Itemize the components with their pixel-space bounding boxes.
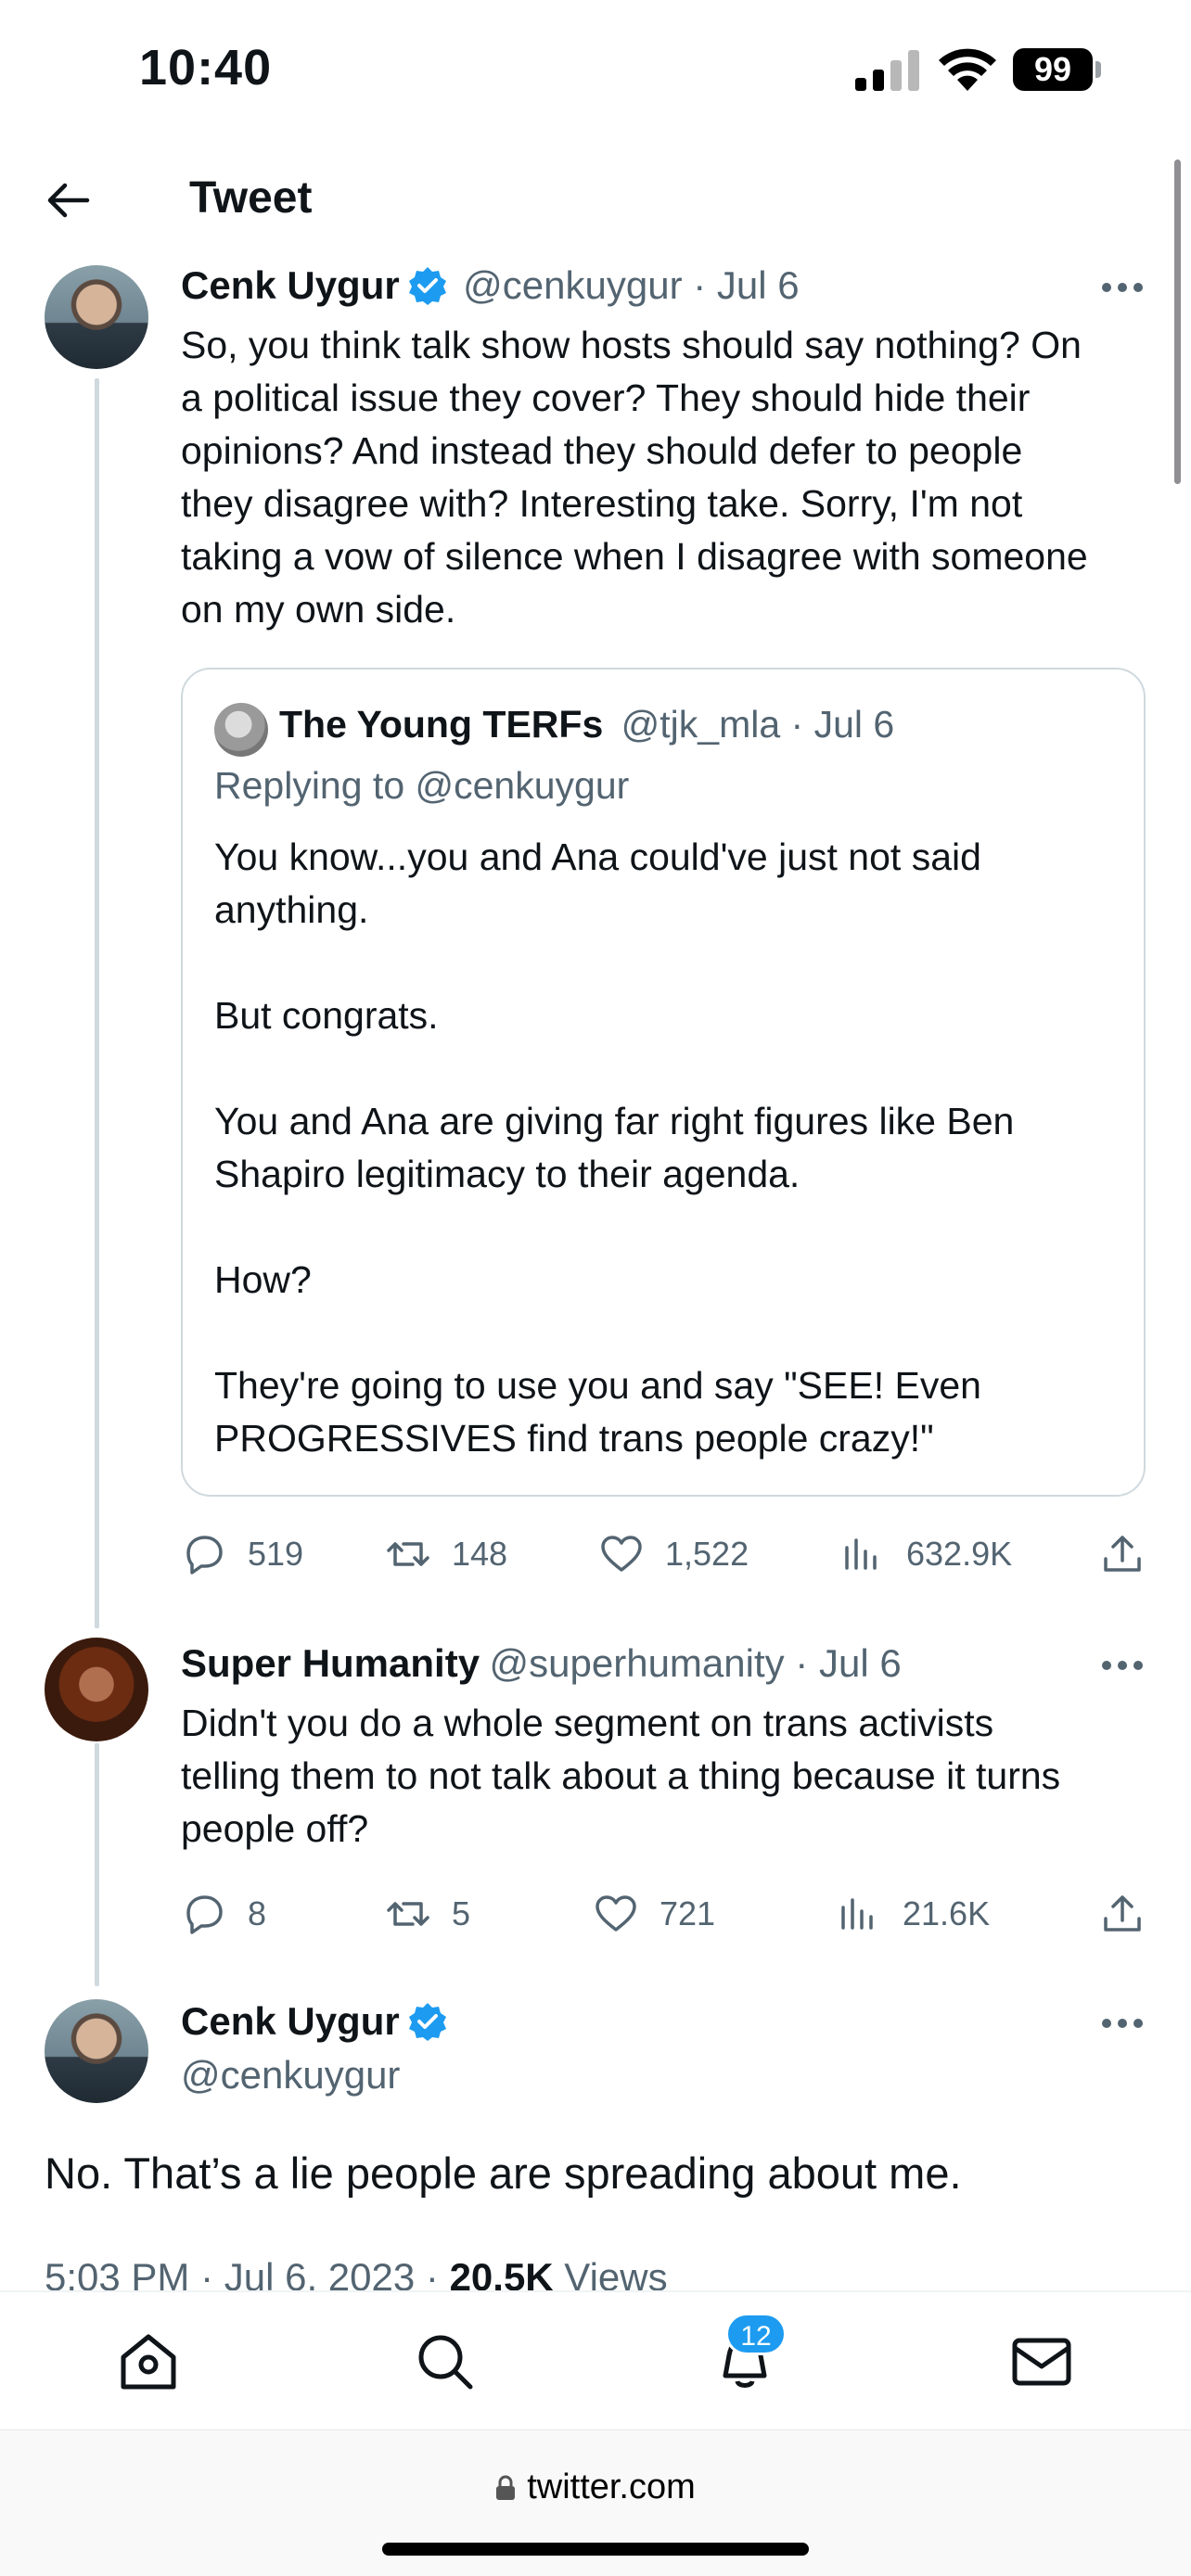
page-title: Tweet bbox=[189, 173, 313, 223]
avatar[interactable] bbox=[45, 1638, 148, 1741]
tweet-text: Didn't you do a whole segment on trans a… bbox=[181, 1702, 1061, 1850]
battery-icon: 99 bbox=[1013, 48, 1102, 91]
avatar[interactable] bbox=[45, 1999, 148, 2103]
retweet-count: 148 bbox=[452, 1535, 508, 1573]
views-count: 21.6K bbox=[903, 1894, 991, 1932]
verified-badge-icon bbox=[408, 267, 446, 305]
author-name[interactable]: Super Humanity bbox=[181, 1641, 480, 1685]
author-name[interactable]: Cenk Uygur bbox=[181, 1999, 400, 2043]
home-indicator[interactable] bbox=[382, 2543, 809, 2556]
tweet-header-line: Cenk Uygur @cenkuygur · Jul 6 bbox=[181, 263, 800, 308]
analytics-icon bbox=[845, 1538, 877, 1570]
tweet-header-line: Super Humanity @superhumanity · Jul 6 bbox=[181, 1641, 902, 1686]
messages-icon[interactable] bbox=[1009, 2329, 1074, 2394]
tweet-header: Tweet bbox=[0, 148, 1191, 252]
retweet-icon bbox=[387, 1542, 429, 1566]
scrollbar[interactable] bbox=[1174, 159, 1181, 484]
avatar[interactable] bbox=[45, 265, 148, 369]
thread-line bbox=[95, 1743, 99, 1986]
reply-count: 8 bbox=[248, 1894, 267, 1932]
quoted-author-name: The Young TERFs bbox=[279, 703, 604, 746]
main-tweet-text: No. That’s a lie people are spreading ab… bbox=[45, 2149, 962, 2198]
quoted-tweet[interactable]: The Young TERFs @tjk_mla · Jul 6 Replyin… bbox=[181, 668, 1146, 1497]
main-tweet-author: Cenk Uygur bbox=[181, 1999, 448, 2044]
author-name[interactable]: Cenk Uygur bbox=[181, 263, 400, 307]
heart-icon bbox=[601, 1536, 642, 1572]
author-handle-date: @superhumanity · Jul 6 bbox=[489, 1641, 902, 1685]
thread-line bbox=[95, 378, 99, 1628]
reply-icon bbox=[186, 1895, 223, 1934]
notifications-badge: 12 bbox=[725, 2313, 787, 2355]
url-display[interactable]: twitter.com bbox=[0, 2468, 1191, 2507]
like-count: 1,522 bbox=[665, 1535, 749, 1573]
tweet-actions: 519 148 1,522 632.9K bbox=[181, 1526, 1155, 1582]
share-button[interactable] bbox=[1099, 1526, 1166, 1582]
like-button[interactable]: 1,522 bbox=[598, 1526, 749, 1582]
reply-count: 519 bbox=[248, 1535, 304, 1573]
status-bar: 10:40 99 bbox=[0, 0, 1191, 139]
views-count: 632.9K bbox=[906, 1535, 1013, 1573]
status-time: 10:40 bbox=[139, 40, 273, 96]
home-icon[interactable] bbox=[116, 2329, 181, 2394]
like-button[interactable]: 721 bbox=[593, 1886, 715, 1942]
verified-badge-icon bbox=[408, 2003, 446, 2041]
heart-icon bbox=[596, 1895, 636, 1932]
url-text: twitter.com bbox=[527, 2468, 696, 2506]
more-options-icon[interactable] bbox=[1100, 2016, 1145, 2031]
avatar bbox=[214, 703, 268, 757]
quoted-author-handle-date: @tjk_mla · Jul 6 bbox=[621, 703, 895, 746]
share-icon bbox=[1104, 1536, 1141, 1572]
retweet-button[interactable]: 148 bbox=[385, 1526, 507, 1582]
more-options-icon[interactable] bbox=[1100, 280, 1145, 295]
analytics-icon bbox=[841, 1898, 873, 1930]
battery-level: 99 bbox=[1013, 48, 1093, 91]
bottom-navigation: 12 bbox=[0, 2290, 1191, 2429]
quoted-header: The Young TERFs @tjk_mla · Jul 6 bbox=[279, 703, 894, 746]
tweet-actions: 8 5 721 21.6K bbox=[181, 1886, 1155, 1942]
author-handle-date: @cenkuygur · Jul 6 bbox=[463, 263, 800, 307]
views-button[interactable]: 21.6K bbox=[836, 1886, 990, 1942]
share-button[interactable] bbox=[1099, 1886, 1166, 1942]
share-icon bbox=[1104, 1895, 1141, 1932]
views-button[interactable]: 632.9K bbox=[839, 1526, 1012, 1582]
quoted-tweet-text: You know...you and Ana could've just not… bbox=[214, 835, 1015, 1460]
back-arrow-icon[interactable] bbox=[45, 176, 93, 224]
more-options-icon[interactable] bbox=[1100, 1658, 1145, 1673]
replying-to: Replying to @cenkuygur bbox=[214, 764, 630, 807]
reply-icon bbox=[186, 1536, 223, 1575]
retweet-count: 5 bbox=[452, 1894, 471, 1932]
reply-button[interactable]: 519 bbox=[181, 1526, 303, 1582]
tweet-text: So, you think talk show hosts should say… bbox=[181, 324, 1088, 631]
reply-button[interactable]: 8 bbox=[181, 1886, 266, 1942]
wifi-icon bbox=[939, 48, 996, 91]
lock-icon bbox=[496, 2475, 516, 2500]
cellular-signal-icon bbox=[855, 50, 919, 91]
retweet-icon bbox=[387, 1902, 429, 1926]
author-handle: @cenkuygur bbox=[181, 2053, 401, 2097]
retweet-button[interactable]: 5 bbox=[385, 1886, 470, 1942]
like-count: 721 bbox=[660, 1894, 716, 1932]
search-icon[interactable] bbox=[413, 2329, 478, 2394]
